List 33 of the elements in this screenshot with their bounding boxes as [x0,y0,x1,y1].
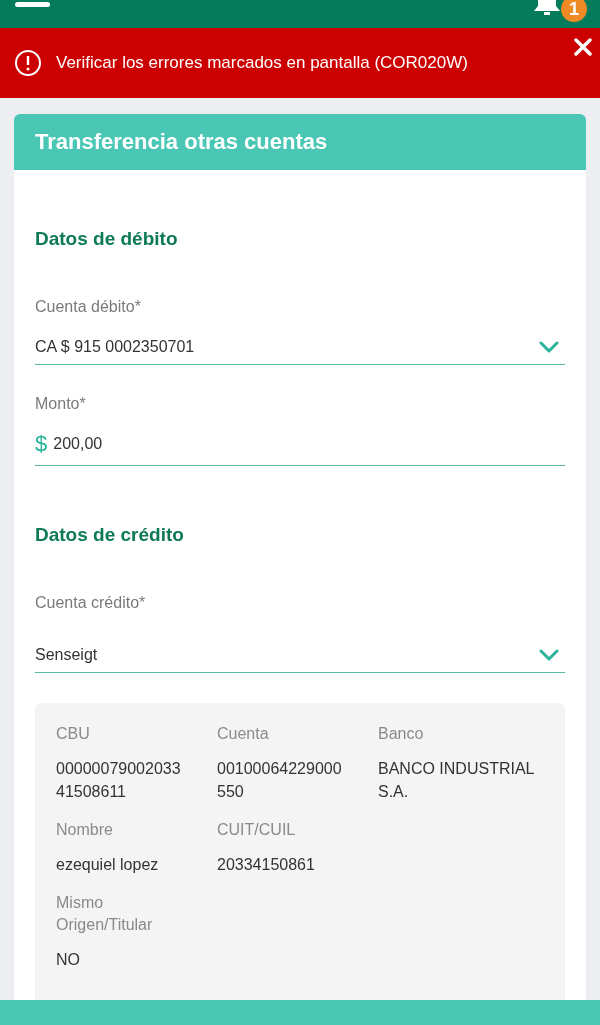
detail-value: NO [56,950,81,970]
detail-label: CUIT/CUIL [217,820,297,840]
notification-badge: 1 [561,0,587,22]
currency-symbol: $ [35,431,48,457]
field-value: Senseigt [35,646,99,664]
detail-label: Cuenta [217,724,270,744]
detail-label: Nombre [56,820,114,840]
chevron-down-icon[interactable] [539,649,559,661]
section-title: Datos de débito [35,227,179,250]
account-dropdown[interactable]: Cuenta débito* CA $ 915 0002350701 [35,298,565,365]
detail-label: CBU [56,724,91,744]
bell-icon[interactable] [534,0,560,16]
field-value: CA $ 915 0002350701 [35,338,196,356]
detail-value: 00100064229000550 [217,759,343,802]
detail-label: Banco [378,724,425,744]
detail-value: 20334150861 [217,855,316,875]
close-icon[interactable] [574,38,592,56]
field-label: Monto* [35,395,87,413]
field-value: 200,00 [53,435,104,453]
detail-label: Mismo Origen/Titular [56,893,154,935]
section-title: Datos de crédito [35,523,185,546]
menu-icon[interactable] [15,2,50,8]
detail-value: ezequiel lopez [56,855,160,875]
field-label: Cuenta crédito* [35,594,147,612]
error-message: Verificar los errores marcados en pantalla (COR020W) [56,53,468,73]
amount-field[interactable]: Monto* $ 200,00 [35,395,565,466]
alert-icon [14,49,42,77]
detail-value: BANCO INDUSTRIAL S.A. [378,759,535,802]
account-dropdown[interactable]: Cuenta crédito* Senseigt [35,594,565,673]
detail-value: 0000007900203341508611 [56,759,182,802]
field-label: Cuenta débito* [35,298,142,316]
chevron-down-icon[interactable] [539,341,559,353]
card-title: Transferencia otras cuentas [14,114,586,170]
